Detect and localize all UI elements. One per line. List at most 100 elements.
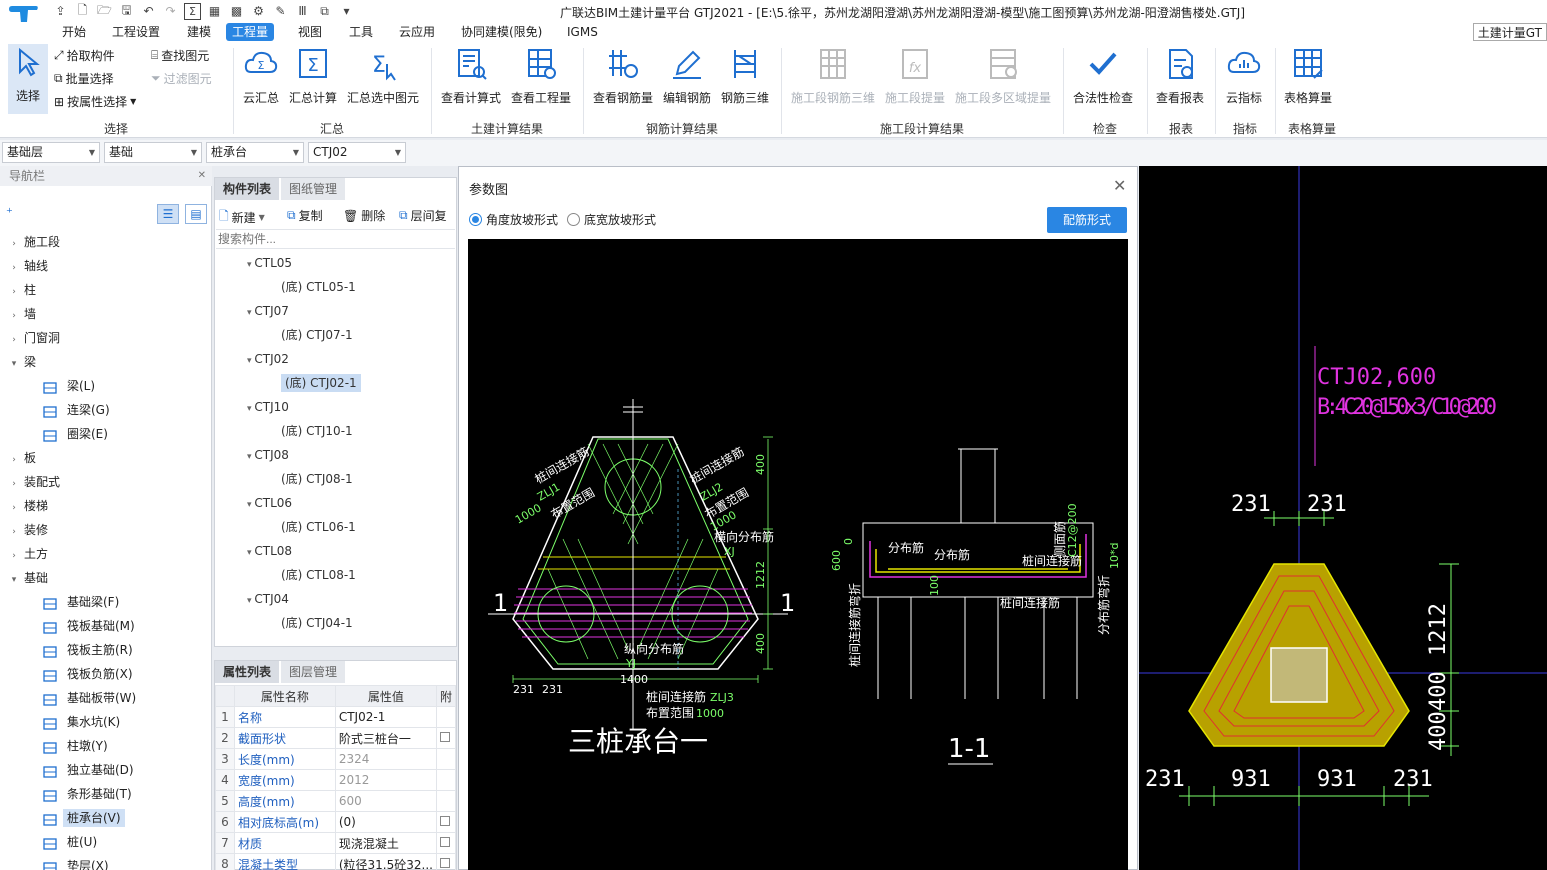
tree-leaf[interactable]: (底) CTJ02-1 — [281, 371, 361, 395]
chevron-right-icon[interactable]: › — [8, 257, 20, 279]
menu-project-settings[interactable]: 工程设置 — [106, 23, 166, 41]
select-button[interactable]: 选择 — [8, 44, 48, 114]
chevron-right-icon[interactable]: › — [8, 233, 20, 255]
property-value[interactable]: 阶式三桩台一 — [334, 727, 437, 749]
new-file-icon[interactable]: 🗋 — [74, 3, 91, 20]
property-value[interactable]: (粒径31.5砼32... — [334, 853, 437, 870]
chevron-down-icon[interactable]: ▾ — [8, 353, 20, 375]
menu-quantity[interactable]: 工程量 — [226, 23, 275, 41]
pick-component-button[interactable]: ⤢ 拾取构件 — [54, 47, 115, 64]
batch-select-button[interactable]: ⧉ 批量选择 — [54, 70, 114, 87]
chevron-right-icon[interactable]: › — [8, 497, 20, 519]
edit-rebar-button[interactable]: 编辑钢筋 — [662, 46, 712, 106]
pin-icon[interactable]: ⁺ — [6, 206, 13, 221]
nav-item[interactable]: › 施工段 — [8, 231, 60, 253]
category-select[interactable]: 基础 ▼ — [104, 142, 202, 163]
nav-item[interactable]: 桩承台(V) — [42, 807, 125, 829]
tree-leaf[interactable]: (底) CTJ07-1 — [281, 323, 353, 347]
type-select[interactable]: 桩承台 ▼ — [206, 142, 304, 163]
chevron-right-icon[interactable]: › — [8, 473, 20, 495]
close-icon[interactable]: ✕ — [198, 166, 206, 186]
cad-viewport[interactable]: CTJ02,600 B:4C20@150x3/C10@200 231 231 2… — [1139, 166, 1547, 870]
menu-view[interactable]: 视图 — [292, 23, 328, 41]
nav-item[interactable]: 垫层(X) — [42, 855, 113, 870]
detail-view-icon[interactable]: ▤ — [185, 204, 207, 224]
chevron-right-icon[interactable]: › — [8, 545, 20, 567]
nav-item[interactable]: 筏板基础(M) — [42, 615, 139, 637]
select-by-attr-button[interactable]: ⊞ 按属性选择 ▼ — [54, 93, 136, 110]
nav-item[interactable]: › 柱 — [8, 279, 36, 301]
nav-item[interactable]: › 装修 — [8, 519, 48, 541]
menu-tools[interactable]: 工具 — [343, 23, 379, 41]
menu-igms[interactable]: IGMS — [561, 23, 604, 41]
nav-item[interactable]: 筏板负筋(X) — [42, 663, 137, 685]
nav-item[interactable]: › 装配式 — [8, 471, 60, 493]
tab-component-list[interactable]: 构件列表 — [215, 178, 280, 200]
view-report-button[interactable]: 查看报表 — [1154, 46, 1206, 106]
tree-node[interactable]: ▾ CTJ02 — [247, 347, 289, 371]
table-row[interactable]: 4 宽度(mm) 2012 — [215, 769, 457, 791]
nav-item[interactable]: 基础板带(W) — [42, 687, 140, 709]
component-select[interactable]: CTJ02 ▼ — [308, 142, 406, 163]
menu-collab[interactable]: 协同建模(限免) — [455, 23, 548, 41]
list-view-icon[interactable]: ☰ — [157, 204, 179, 224]
chevron-right-icon[interactable]: › — [8, 521, 20, 543]
tree-leaf[interactable]: (底) CTL08-1 — [281, 563, 356, 587]
tree-leaf[interactable]: (底) CTL06-1 — [281, 515, 356, 539]
redo-icon[interactable]: ↷ — [162, 3, 179, 20]
chevron-right-icon[interactable]: › — [8, 449, 20, 471]
tree-node[interactable]: ▾ CTL06 — [247, 491, 292, 515]
stage-quantity-button[interactable]: fx 施工段提量 — [884, 46, 946, 106]
property-value[interactable]: 现浇混凝土 — [334, 832, 437, 854]
stage-rebar-3d-button[interactable]: 施工段钢筋三维 — [790, 46, 876, 106]
tab-drawing-manage[interactable]: 图纸管理 — [281, 178, 346, 200]
chevron-right-icon[interactable]: › — [8, 305, 20, 327]
nav-item[interactable]: ▾ 基础 — [8, 567, 48, 589]
nav-item[interactable]: 基础梁(F) — [42, 591, 123, 613]
tree-node[interactable]: ▾ CTL05 — [247, 251, 292, 275]
chevron-right-icon[interactable]: › — [8, 329, 20, 351]
sum-icon[interactable]: Σ — [184, 2, 201, 20]
rebar-icon[interactable]: Ⅲ — [294, 3, 311, 20]
chevron-down-icon[interactable]: ▾ — [8, 569, 20, 591]
nav-item[interactable]: › 板 — [8, 447, 36, 469]
property-value[interactable]: (0) — [334, 811, 437, 833]
tree-leaf[interactable]: (底) CTJ10-1 — [281, 419, 353, 443]
tab-layer-manage[interactable]: 图层管理 — [281, 661, 346, 683]
rebar-3d-button[interactable]: 钢筋三维 — [720, 46, 770, 106]
tree-node[interactable]: ▾ CTJ10 — [247, 395, 289, 419]
tree-leaf[interactable]: (底) CTJ08-1 — [281, 467, 353, 491]
attach-checkbox[interactable] — [435, 811, 457, 833]
nav-item[interactable]: › 墙 — [8, 303, 36, 325]
nav-item[interactable]: 梁(L) — [42, 375, 99, 397]
nav-item[interactable]: 集水坑(K) — [42, 711, 124, 733]
tree-leaf[interactable]: (底) CTL05-1 — [281, 275, 356, 299]
stage-multi-area-button[interactable]: 施工段多区域提量 — [954, 46, 1052, 106]
table-row[interactable]: 1 名称 CTJ02-1 — [215, 706, 457, 728]
copy-icon[interactable]: ⧉ — [316, 3, 333, 20]
nav-item[interactable]: 筏板主筋(R) — [42, 639, 137, 661]
nav-item[interactable]: › 轴线 — [8, 255, 48, 277]
tree-leaf[interactable]: (底) CTJ04-1 — [281, 611, 353, 635]
new-button[interactable]: 🗋 新建 ▼ — [219, 207, 265, 228]
table-row[interactable]: 7 材质 现浇混凝土 — [215, 832, 457, 854]
nav-item[interactable]: › 土方 — [8, 543, 48, 565]
summary-calc-button[interactable]: Σ 汇总计算 — [288, 46, 338, 106]
floor-select[interactable]: 基础层 ▼ — [2, 142, 100, 163]
radio-bottom-width[interactable]: 底宽放坡形式 — [567, 211, 656, 228]
menu-modeling[interactable]: 建模 — [181, 23, 217, 41]
nav-item[interactable]: 独立基础(D) — [42, 759, 138, 781]
nav-item[interactable]: › 楼梯 — [8, 495, 48, 517]
view-formula-button[interactable]: 查看计算式 — [440, 46, 502, 106]
tab-properties[interactable]: 属性列表 — [215, 661, 280, 683]
table-calc-button[interactable]: 表格算量 — [1280, 46, 1336, 106]
filter-element-button[interactable]: ⏷ 过滤图元 — [151, 70, 212, 87]
property-value[interactable]: 600 — [334, 790, 437, 812]
delete-button[interactable]: 🗑 删除 — [343, 207, 385, 224]
more-icon[interactable]: ▾ — [338, 3, 355, 20]
tree-node[interactable]: ▾ CTJ04 — [247, 587, 289, 611]
rebar-form-button[interactable]: 配筋形式 — [1047, 207, 1127, 233]
nav-item[interactable]: › 门窗洞 — [8, 327, 60, 349]
attach-checkbox[interactable] — [435, 727, 457, 749]
nav-item[interactable]: 条形基础(T) — [42, 783, 136, 805]
